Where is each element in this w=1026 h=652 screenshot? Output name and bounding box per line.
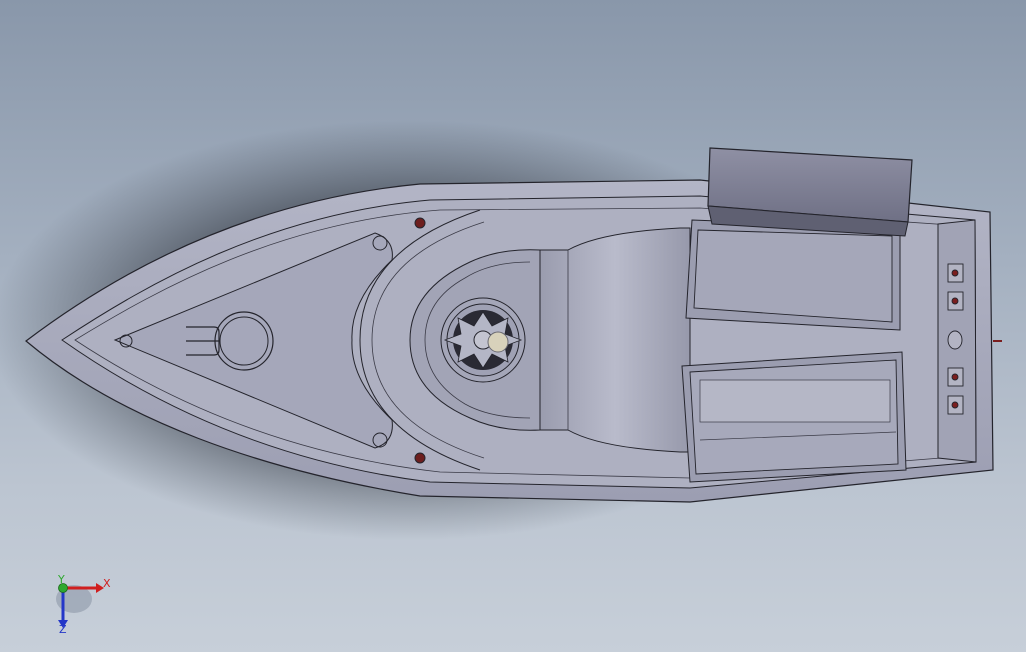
y-axis-label: Y xyxy=(57,573,65,586)
reference-triad: X Z Y xyxy=(56,573,111,636)
x-axis-label: X xyxy=(103,577,111,590)
z-axis-label: Z xyxy=(59,623,67,636)
graphics-viewport[interactable]: X Z Y xyxy=(0,0,1026,652)
